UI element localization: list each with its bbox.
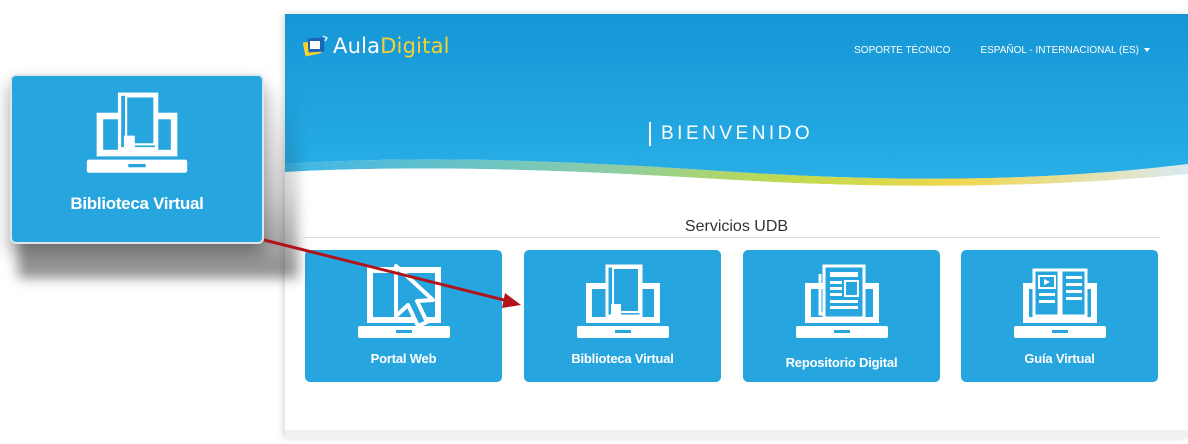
language-label: ESPAÑOL - INTERNACIONAL (ES) [980, 45, 1139, 56]
card-label: Portal Web [370, 351, 437, 366]
callout-biblioteca-virtual: Biblioteca Virtual [10, 74, 264, 244]
logo-icon [303, 35, 328, 57]
laptop-cursor-icon [357, 264, 450, 338]
card-label: Guía Virtual [1024, 351, 1095, 366]
laptop-open-book-icon [1013, 268, 1106, 338]
section-divider [303, 237, 1160, 238]
callout-label: Biblioteca Virtual [70, 194, 204, 213]
service-card-repositorio-digital[interactable]: Repositorio Digital [743, 250, 940, 382]
aula-digital-logo[interactable]: AulaDigital [303, 34, 450, 58]
service-card-guia-virtual[interactable]: Guía Virtual [961, 250, 1158, 382]
services-title: Servicios UDB [684, 218, 789, 235]
page-footer-strip [285, 430, 1188, 438]
logo-text-aula: Aula [333, 34, 381, 58]
welcome-heading: BIENVENIDO [649, 122, 813, 146]
welcome-text: BIENVENIDO [661, 123, 814, 144]
support-link[interactable]: SOPORTE TÉCNICO [854, 45, 950, 56]
logo-text-digital: Digital [380, 34, 450, 58]
caret-down-icon [1144, 48, 1150, 53]
laptop-book-icon [86, 92, 188, 173]
card-label: Repositorio Digital [785, 355, 898, 370]
laptop-newspaper-icon [795, 264, 888, 338]
service-card-portal-web[interactable]: Portal Web [305, 250, 502, 382]
top-nav: SOPORTE TÉCNICO ESPAÑOL - INTERNACIONAL … [854, 45, 1150, 56]
language-dropdown[interactable]: ESPAÑOL - INTERNACIONAL (ES) [980, 45, 1150, 56]
laptop-book-icon [576, 264, 669, 338]
service-card-biblioteca-virtual[interactable]: Biblioteca Virtual [524, 250, 721, 382]
aula-digital-page: AulaDigital SOPORTE TÉCNICO ESPAÑOL - IN… [285, 14, 1188, 438]
card-label: Biblioteca Virtual [571, 351, 674, 366]
welcome-bar [649, 122, 651, 146]
site-header: AulaDigital SOPORTE TÉCNICO ESPAÑOL - IN… [285, 14, 1188, 189]
